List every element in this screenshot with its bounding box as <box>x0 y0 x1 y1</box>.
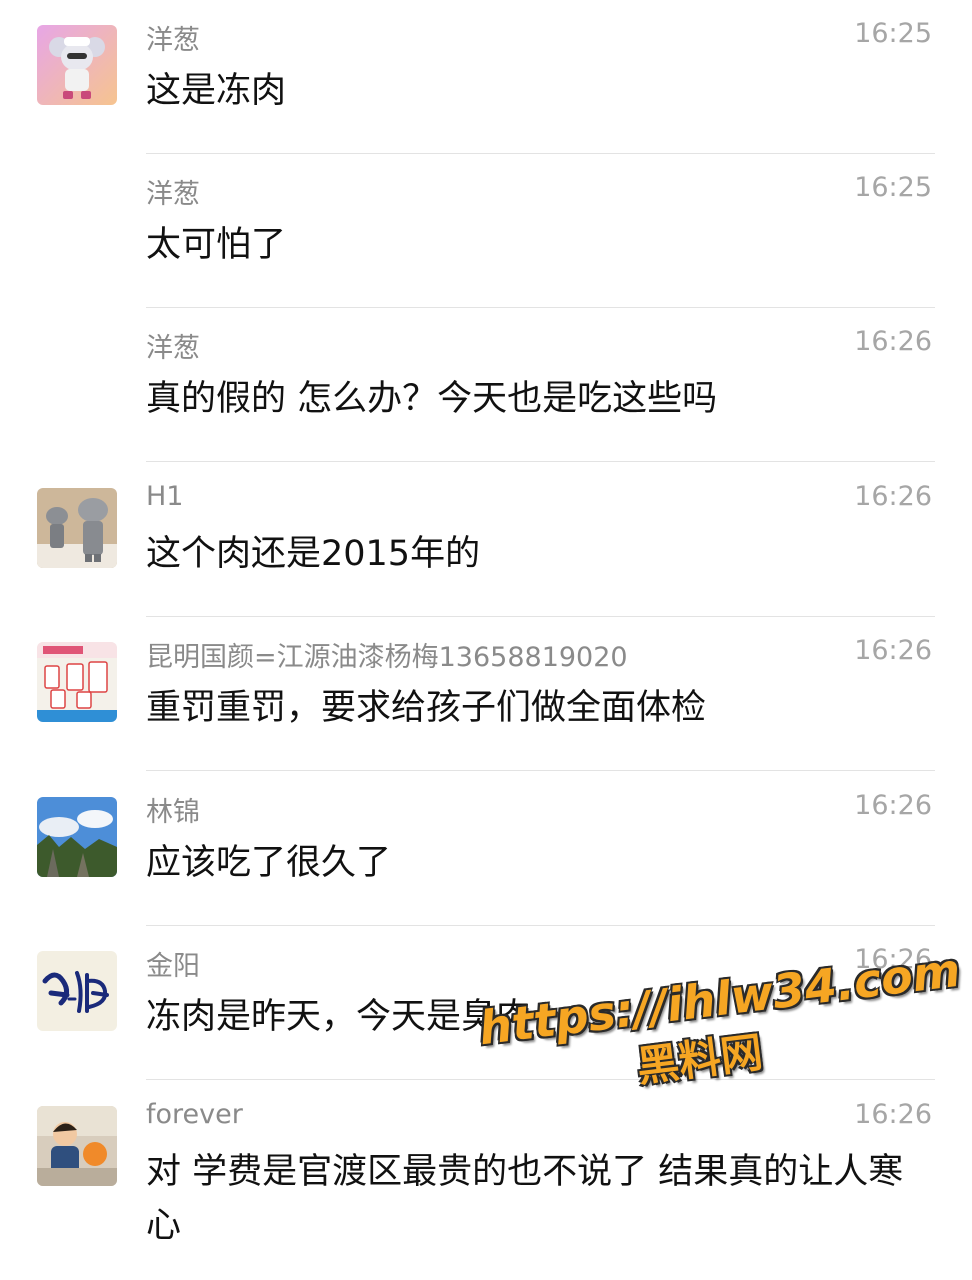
sender-name: 洋葱 <box>146 25 200 56</box>
message-text: 真的假的 怎么办？今天也是吃这些吗 <box>146 379 718 419</box>
sender-name: 洋葱 <box>146 179 200 210</box>
message-time: 16:26 <box>854 635 932 666</box>
avatar[interactable] <box>37 642 117 722</box>
sender-name: forever <box>146 1099 243 1130</box>
message-text: 应该吃了很久了 <box>146 843 392 883</box>
message-text: 对 学费是官渡区最贵的也不说了 结果真的让人寒心 <box>146 1152 904 1246</box>
avatar[interactable] <box>37 951 117 1031</box>
message-item[interactable]: 昆明国颜=江源油漆杨梅13658819020 16:26 重罚重罚，要求给孩子们… <box>0 617 972 771</box>
message-item[interactable]: H1 16:26 这个肉还是2015年的 <box>0 463 972 617</box>
sender-name: H1 <box>146 481 184 512</box>
message-text: 冻肉是昨天，今天是臭肉 <box>146 997 532 1037</box>
mouse-avatar-icon <box>37 25 117 105</box>
message-item[interactable]: 洋葱 16:26 真的假的 怎么办？今天也是吃这些吗 <box>0 308 972 462</box>
message-time: 16:25 <box>854 18 932 49</box>
paint-cans-avatar-icon <box>37 642 117 722</box>
child-balloon-avatar-icon <box>37 1106 117 1186</box>
message-text: 这是冻肉 <box>146 71 287 111</box>
avatar[interactable] <box>37 1106 117 1186</box>
message-time: 16:26 <box>854 944 932 975</box>
figure-toys-avatar-icon <box>37 488 117 568</box>
sky-landscape-avatar-icon <box>37 797 117 877</box>
sender-name: 洋葱 <box>146 333 200 364</box>
separator <box>146 770 935 771</box>
message-item[interactable]: 林锦 16:26 应该吃了很久了 <box>0 772 972 926</box>
message-text: 太可怕了 <box>146 225 287 265</box>
sender-name: 林锦 <box>146 797 200 828</box>
separator <box>146 461 935 462</box>
separator <box>146 1079 935 1080</box>
sender-name: 昆明国颜=江源油漆杨梅13658819020 <box>146 642 628 673</box>
message-item[interactable]: 洋葱 16:25 太可怕了 <box>0 154 972 308</box>
message-text: 重罚重罚，要求给孩子们做全面体检 <box>146 688 707 728</box>
sender-name: 金阳 <box>146 951 200 982</box>
message-item[interactable]: forever 16:26 对 学费是官渡区最贵的也不说了 结果真的让人寒心 <box>0 1081 972 1280</box>
avatar[interactable] <box>37 797 117 877</box>
avatar[interactable] <box>37 25 117 105</box>
avatar[interactable] <box>37 488 117 568</box>
message-text: 这个肉还是2015年的 <box>146 534 481 574</box>
message-time: 16:26 <box>854 790 932 821</box>
message-item[interactable]: 金阳 16:26 冻肉是昨天，今天是臭肉 <box>0 926 972 1080</box>
calligraphy-avatar-icon <box>37 951 117 1031</box>
message-item[interactable]: 洋葱 16:25 这是冻肉 <box>0 0 972 154</box>
message-time: 16:26 <box>854 1099 932 1130</box>
message-time: 16:26 <box>854 481 932 512</box>
message-time: 16:25 <box>854 172 932 203</box>
message-time: 16:26 <box>854 326 932 357</box>
